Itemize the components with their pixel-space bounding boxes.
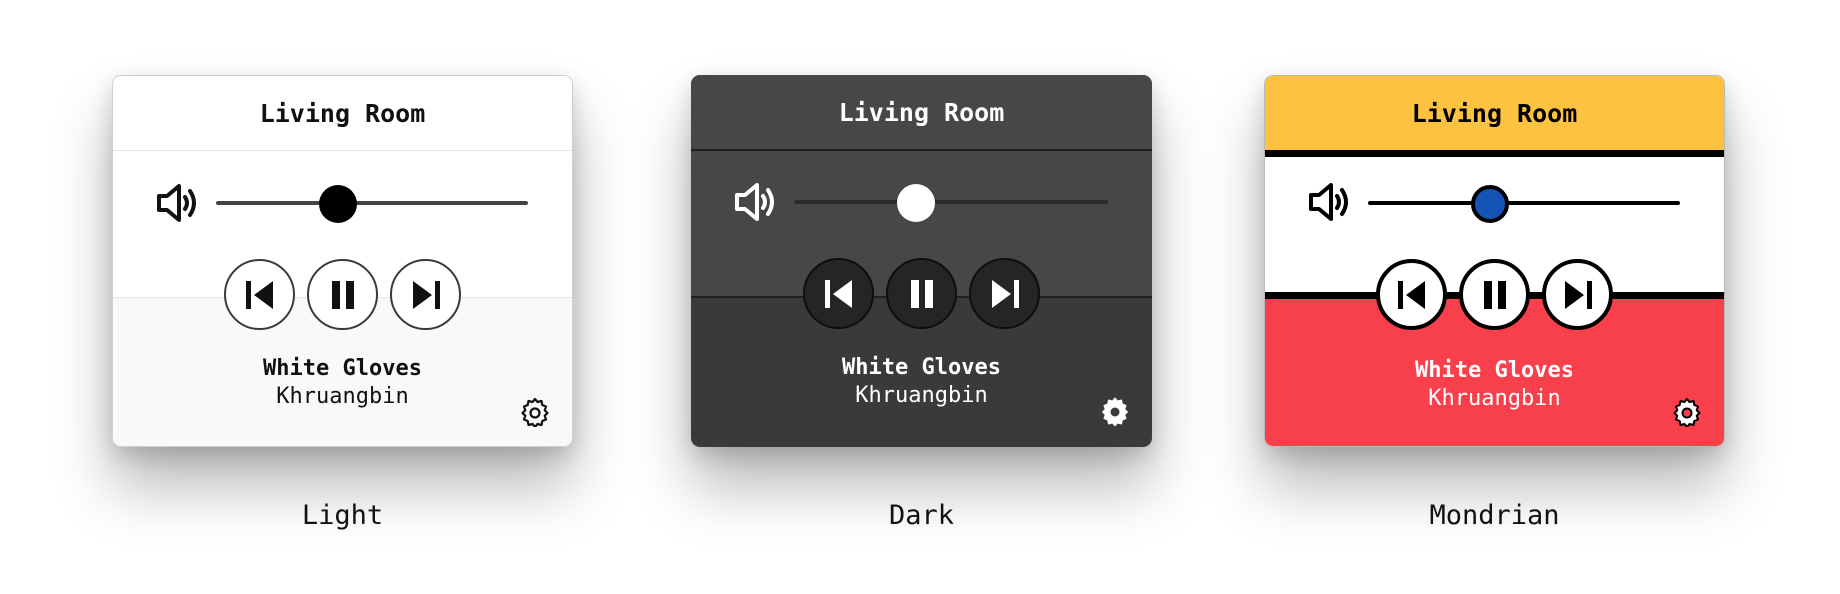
pause-icon: [331, 280, 354, 309]
room-header: Living Room: [113, 76, 572, 151]
track-title: White Gloves: [842, 355, 1001, 380]
speaker-icon[interactable]: [1309, 182, 1351, 222]
player-panel-mondrian: Living Room White Gloves Khruangbin: [1264, 75, 1725, 447]
room-header: Living Room: [1265, 76, 1724, 157]
previous-icon: [245, 280, 273, 309]
theme-caption-light: Light: [301, 500, 384, 531]
track-title: White Gloves: [263, 356, 422, 381]
track-artist: Khruangbin: [1428, 386, 1561, 411]
pause-button[interactable]: [307, 259, 378, 330]
room-name: Living Room: [259, 98, 426, 128]
transport-controls: [691, 258, 1152, 330]
player-panel-light: Living Room White Gloves Khruangbin: [112, 75, 573, 447]
volume-knob[interactable]: [1470, 185, 1509, 223]
next-icon: [412, 280, 440, 309]
transport-controls: [1265, 259, 1724, 331]
next-icon: [1564, 280, 1592, 309]
pause-icon: [1483, 280, 1506, 309]
pause-button[interactable]: [886, 258, 957, 329]
gear-icon[interactable]: [1100, 396, 1130, 426]
volume-slider[interactable]: [794, 200, 1108, 204]
room-name: Living Room: [1411, 98, 1578, 128]
previous-icon: [824, 279, 852, 308]
theme-caption-mondrian: Mondrian: [1429, 500, 1560, 531]
theme-caption-dark: Dark: [888, 500, 955, 531]
speaker-icon[interactable]: [735, 182, 777, 222]
volume-slider[interactable]: [1368, 201, 1680, 205]
volume-slider[interactable]: [216, 201, 528, 205]
pause-icon: [910, 279, 933, 308]
track-title: White Gloves: [1415, 358, 1574, 383]
volume-knob[interactable]: [318, 185, 357, 223]
previous-button[interactable]: [224, 259, 295, 330]
next-icon: [991, 279, 1019, 308]
previous-button[interactable]: [803, 258, 874, 329]
next-button[interactable]: [969, 258, 1040, 329]
track-artist: Khruangbin: [276, 384, 409, 409]
room-header: Living Room: [691, 75, 1152, 151]
transport-controls: [113, 259, 572, 331]
speaker-icon[interactable]: [157, 183, 199, 223]
room-name: Living Room: [838, 97, 1005, 127]
previous-button[interactable]: [1376, 259, 1447, 330]
next-button[interactable]: [1542, 259, 1613, 330]
player-panel-dark: Living Room White Gloves Khruangbin: [691, 75, 1152, 447]
next-button[interactable]: [390, 259, 461, 330]
previous-icon: [1397, 280, 1425, 309]
track-artist: Khruangbin: [855, 383, 988, 408]
pause-button[interactable]: [1459, 259, 1530, 330]
gear-icon[interactable]: [520, 397, 550, 427]
gear-icon[interactable]: [1672, 397, 1702, 427]
